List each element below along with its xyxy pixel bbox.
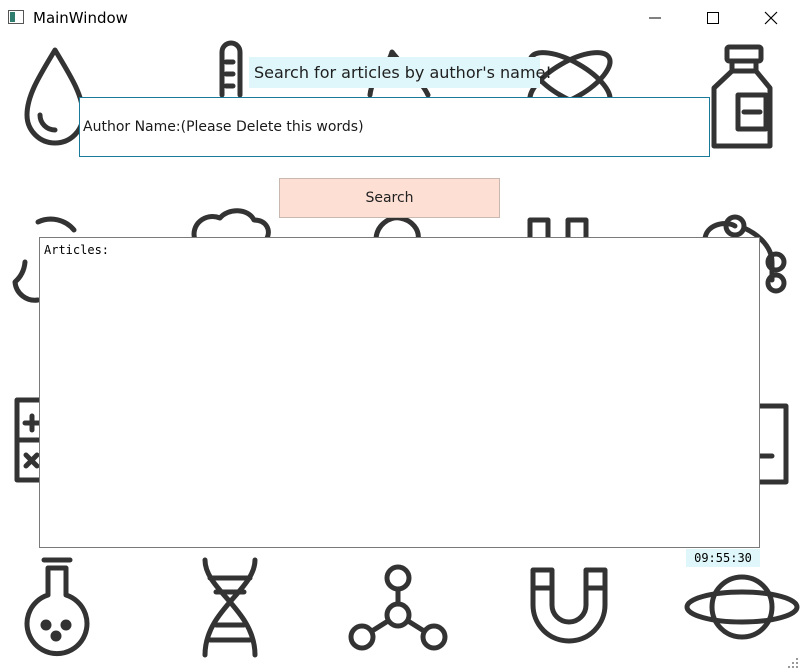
thermometer-icon <box>219 40 243 98</box>
drop-icon <box>24 47 86 146</box>
articles-label: Articles: <box>44 243 110 257</box>
magnet-icon <box>530 567 608 644</box>
planet-icon <box>684 574 800 640</box>
clipboard-icon <box>757 403 789 485</box>
clock-display: 09:55:30 <box>686 549 760 567</box>
resize-grip-icon[interactable] <box>788 658 798 668</box>
flask-icon <box>24 557 90 657</box>
search-button[interactable]: Search <box>279 178 500 218</box>
articles-textarea[interactable]: Articles: <box>39 237 760 548</box>
calculator-icon <box>14 397 42 483</box>
network-icon <box>348 564 448 651</box>
author-name-input[interactable] <box>79 97 710 157</box>
search-heading: Search for articles by author's name! <box>249 57 552 88</box>
bottle-icon <box>711 44 773 149</box>
brain-icon <box>191 208 271 243</box>
dna-icon <box>202 557 258 658</box>
